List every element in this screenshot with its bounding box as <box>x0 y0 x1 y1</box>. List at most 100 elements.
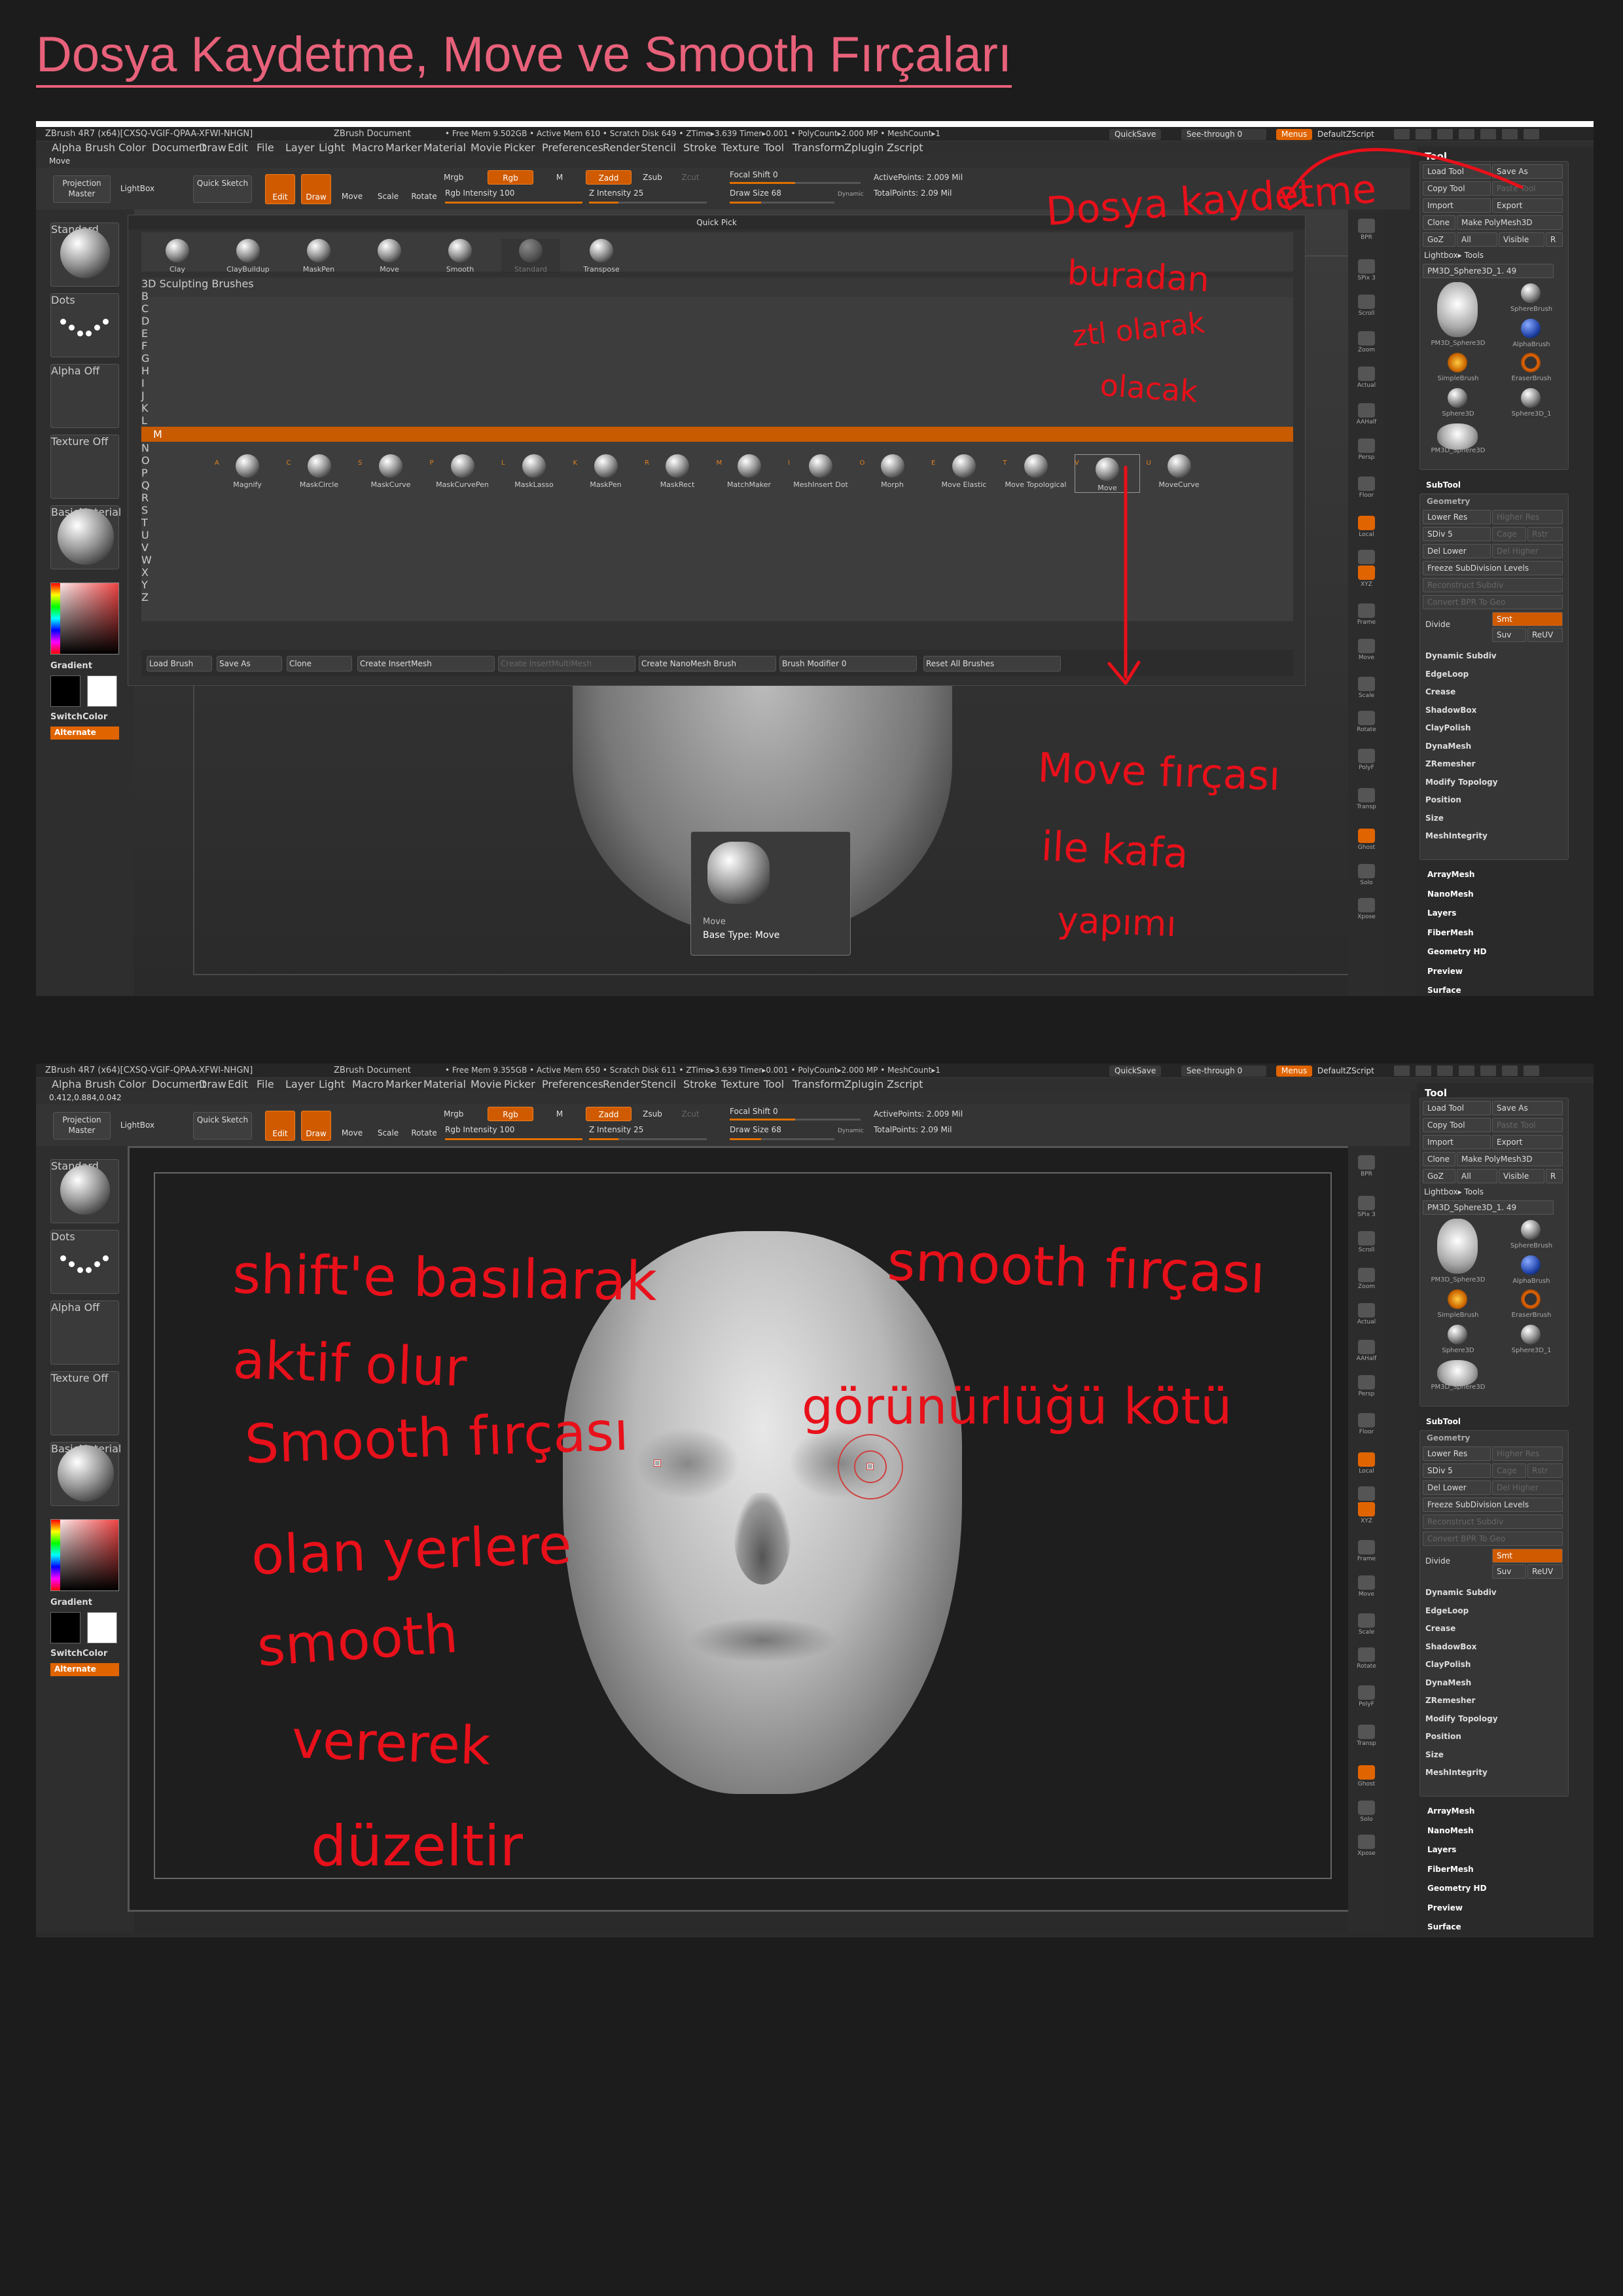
right-shelf-persp-button[interactable]: Persp <box>1353 439 1380 467</box>
default-zscript-button[interactable]: DefaultZScript <box>1312 129 1380 140</box>
smt-button[interactable]: Smt <box>1492 612 1563 626</box>
menu-item-stencil[interactable]: Stencil <box>641 141 676 154</box>
tool-item-1[interactable]: SphereBrush <box>1499 282 1564 316</box>
footer-reset-all-brushes-button[interactable]: Reset All Brushes <box>923 656 1061 672</box>
menu-item-texture[interactable]: Texture <box>721 1078 760 1090</box>
tool-item-4[interactable]: EraserBrush <box>1499 351 1564 386</box>
hue-strip[interactable] <box>51 1520 60 1590</box>
rgb-button[interactable]: Rgb <box>488 170 533 185</box>
tool-item-7[interactable]: PM3D_Sphere3D <box>1425 1360 1491 1394</box>
rgb-intensity-track[interactable] <box>445 202 582 204</box>
tool-menu-nanomesh[interactable]: NanoMesh <box>1427 889 1474 899</box>
zadd-button[interactable]: Zadd <box>586 1107 632 1121</box>
del-higher-button[interactable]: Del Higher <box>1492 544 1563 558</box>
smt-button[interactable]: Smt <box>1492 1549 1563 1563</box>
lower-res-button[interactable]: Lower Res <box>1423 1446 1491 1461</box>
tool-item-2[interactable]: AlphaBrush <box>1499 1254 1564 1288</box>
letter-filter-c[interactable]: C <box>141 302 1293 315</box>
edit-button[interactable]: Edit <box>265 1111 295 1141</box>
geometry-dynamesh[interactable]: DynaMesh <box>1425 1678 1471 1687</box>
letter-filter-f[interactable]: F <box>141 340 1293 352</box>
freeze-subdivision-button[interactable]: Freeze SubDivision Levels <box>1423 561 1563 575</box>
library-brush-matchmaker[interactable]: MatchMaker <box>717 454 782 489</box>
right-shelf-actual-button[interactable]: Actual <box>1353 1303 1380 1332</box>
copy-tool-button[interactable]: Copy Tool <box>1423 181 1491 196</box>
letter-filter-n[interactable]: N <box>141 442 1293 454</box>
library-brush-morph[interactable]: Morph <box>860 454 925 489</box>
move-button[interactable]: Move <box>337 174 367 204</box>
rstr-button[interactable]: Rstr <box>1527 527 1563 541</box>
menu-item-layer[interactable]: Layer <box>285 1078 315 1090</box>
z-intensity-track[interactable] <box>589 202 707 204</box>
zcut-button[interactable]: Zcut <box>674 1107 707 1121</box>
geometry-modify-topology[interactable]: Modify Topology <box>1425 1714 1498 1723</box>
window-control-icon[interactable] <box>1416 129 1431 139</box>
library-brush-maskcircle[interactable]: MaskCircle <box>287 454 352 489</box>
secondary-color-swatch[interactable] <box>87 1612 117 1643</box>
switchcolor-button[interactable]: SwitchColor <box>50 712 107 722</box>
menu-item-movie[interactable]: Movie <box>471 141 501 154</box>
right-shelf-zoom-button[interactable]: Zoom <box>1353 331 1380 360</box>
alpha-thumbnail[interactable]: Alpha Off <box>50 364 119 428</box>
letter-filter-z[interactable]: Z <box>141 591 1293 603</box>
rgb-button[interactable]: Rgb <box>488 1107 533 1121</box>
all-button[interactable]: All <box>1457 232 1497 247</box>
letter-filter-w[interactable]: W <box>141 554 1293 566</box>
copy-tool-button[interactable]: Copy Tool <box>1423 1118 1491 1132</box>
menu-item-stroke[interactable]: Stroke <box>683 141 717 154</box>
menu-item-movie[interactable]: Movie <box>471 1078 501 1090</box>
rgb-intensity-slider[interactable]: Rgb Intensity 100 <box>445 188 514 198</box>
scale-button[interactable]: Scale <box>373 1111 403 1141</box>
alpha-thumbnail[interactable]: Alpha Off <box>50 1300 119 1365</box>
import-button[interactable]: Import <box>1423 198 1491 213</box>
mrgb-button[interactable]: Mrgb <box>442 170 488 185</box>
tool-menu-fibermesh[interactable]: FiberMesh <box>1427 1865 1474 1874</box>
geometry-claypolish[interactable]: ClayPolish <box>1425 1660 1471 1669</box>
geometry-edgeloop[interactable]: EdgeLoop <box>1425 1606 1469 1615</box>
right-shelf-bpr-button[interactable]: BPR <box>1353 219 1380 247</box>
menu-item-macro[interactable]: Macro <box>352 1078 383 1090</box>
rotate-button[interactable]: Rotate <box>409 174 439 204</box>
tool-item-7[interactable]: PM3D_Sphere3D <box>1425 423 1491 457</box>
brush-thumbnail[interactable]: Standard <box>50 223 119 287</box>
make-polymesh3d-button[interactable]: Make PolyMesh3D <box>1457 1152 1563 1166</box>
right-shelf-ghost-button[interactable]: Ghost <box>1353 1765 1380 1794</box>
tool-menu-arraymesh[interactable]: ArrayMesh <box>1427 1806 1474 1816</box>
menu-item-render[interactable]: Render <box>603 141 640 154</box>
material-thumbnail[interactable]: BasicMaterial <box>50 505 121 569</box>
move-button[interactable]: Move <box>337 1111 367 1141</box>
right-shelf-local-button[interactable]: Local <box>1353 516 1380 545</box>
projection-master-button[interactable]: Projection Master <box>53 175 111 203</box>
quicksave-button[interactable]: QuickSave <box>1109 129 1162 140</box>
library-brush-magnify[interactable]: Magnify <box>215 454 280 489</box>
paste-tool-button[interactable]: Paste Tool <box>1492 1118 1563 1132</box>
letter-filter-y[interactable]: Y <box>141 579 1293 591</box>
color-picker[interactable] <box>50 583 119 655</box>
geometry-header[interactable]: Geometry <box>1427 1433 1470 1443</box>
alternate-button[interactable]: Alternate <box>50 1663 119 1676</box>
lightbox-button[interactable]: LightBox <box>115 175 160 203</box>
visible-button[interactable]: Visible <box>1499 232 1544 247</box>
secondary-color-swatch[interactable] <box>87 675 117 707</box>
menu-item-file[interactable]: File <box>257 141 274 154</box>
lightbox-button[interactable]: LightBox <box>115 1112 160 1139</box>
menu-item-marker[interactable]: Marker <box>385 141 421 154</box>
tool-item-4[interactable]: EraserBrush <box>1499 1288 1564 1322</box>
right-shelf-persp-button[interactable]: Persp <box>1353 1375 1380 1404</box>
menu-item-render[interactable]: Render <box>603 1078 640 1090</box>
menu-item-draw[interactable]: Draw <box>199 1078 226 1090</box>
library-brush-maskpen[interactable]: MaskPen <box>573 454 639 489</box>
window-control-icon[interactable] <box>1524 129 1539 139</box>
right-shelf-polyf-button[interactable]: PolyF <box>1353 749 1380 778</box>
z-intensity-slider[interactable]: Z Intensity 25 <box>589 1125 643 1134</box>
geometry-position[interactable]: Position <box>1425 795 1461 804</box>
library-brush-maskcurvepen[interactable]: MaskCurvePen <box>430 454 495 489</box>
menu-item-layer[interactable]: Layer <box>285 141 315 154</box>
primary-color-swatch[interactable] <box>50 1612 80 1643</box>
menu-item-tool[interactable]: Tool <box>764 1078 784 1090</box>
right-shelf-aahalf-button[interactable]: AAHalf <box>1353 1340 1380 1369</box>
geometry-position[interactable]: Position <box>1425 1732 1461 1741</box>
tool-menu-layers[interactable]: Layers <box>1427 908 1456 918</box>
draw-size-slider[interactable]: Draw Size 68 <box>730 1125 781 1134</box>
dynamic-button[interactable]: Dynamic <box>838 191 864 198</box>
